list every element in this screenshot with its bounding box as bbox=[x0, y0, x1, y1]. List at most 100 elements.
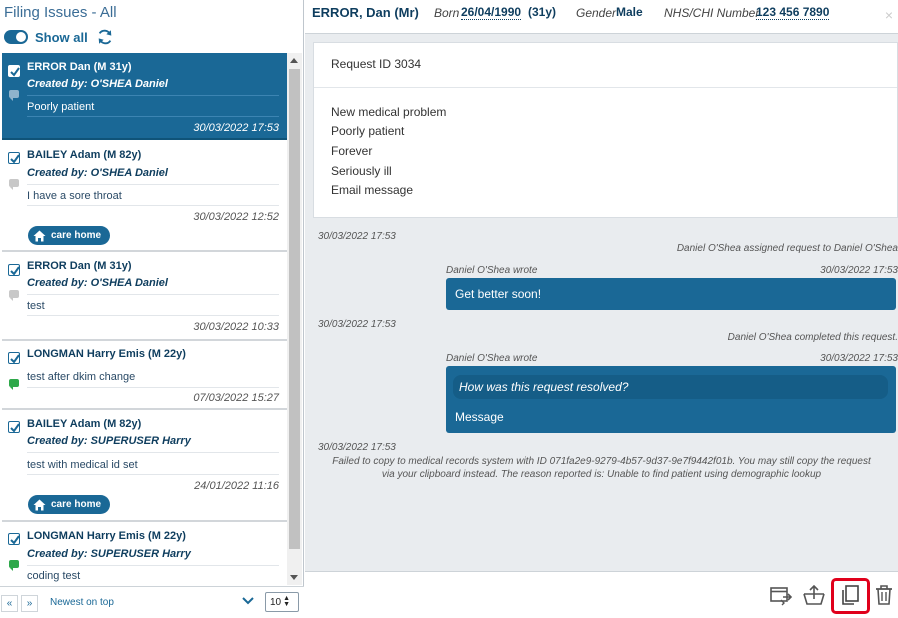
request-line: Email message bbox=[331, 183, 414, 197]
item-patient-name: BAILEY Adam (M 82y) bbox=[27, 418, 142, 430]
list-item[interactable]: LONGMAN Harry Emis (M 22y) test after dk… bbox=[2, 341, 287, 410]
timeline-event: Daniel O'Shea completed this request. bbox=[727, 332, 898, 343]
item-patient-name: LONGMAN Harry Emis (M 22y) bbox=[27, 348, 186, 360]
home-icon bbox=[33, 499, 46, 510]
show-all-label[interactable]: Show all bbox=[35, 30, 88, 45]
chevron-down-icon[interactable] bbox=[242, 597, 254, 605]
checkbox-checked-icon[interactable] bbox=[8, 533, 20, 545]
page-size-value: 10 bbox=[270, 596, 282, 608]
list-item[interactable]: ERROR Dan (M 31y) Created by: O'SHEA Dan… bbox=[2, 252, 287, 341]
sort-select[interactable]: Newest on top bbox=[50, 597, 114, 608]
page-size-stepper[interactable]: 10 ▲ ▼ bbox=[265, 592, 299, 612]
timeline-timestamp: 30/03/2022 17:53 bbox=[318, 442, 396, 453]
checkbox-checked-icon[interactable] bbox=[8, 352, 20, 364]
failure-message-line: Failed to copy to medical records system… bbox=[332, 456, 871, 467]
item-text: coding test bbox=[27, 570, 81, 582]
item-patient-name: ERROR Dan (M 31y) bbox=[27, 260, 132, 272]
request-id: Request ID 3034 bbox=[331, 57, 422, 71]
item-divider bbox=[27, 387, 279, 388]
message-date: 30/03/2022 17:53 bbox=[820, 265, 898, 276]
item-created-by: Created by: SUPERUSER Harry bbox=[27, 435, 191, 447]
message-date: 30/03/2022 17:53 bbox=[820, 353, 898, 364]
nhs-value: 123 456 7890 bbox=[756, 5, 830, 20]
refresh-icon[interactable] bbox=[96, 28, 114, 46]
action-toolbar bbox=[305, 571, 898, 618]
item-patient-name: LONGMAN Harry Emis (M 22y) bbox=[27, 530, 186, 542]
request-card: Request ID 3034 New medical problem Poor… bbox=[313, 42, 898, 218]
list-scrollbar[interactable] bbox=[287, 53, 302, 585]
timeline-event: Daniel O'Shea assigned request to Daniel… bbox=[676, 243, 898, 254]
message-bubble-icon bbox=[9, 90, 19, 101]
born-label: Born bbox=[434, 6, 460, 20]
prev-page-button[interactable]: « bbox=[1, 595, 18, 612]
request-line: Seriously ill bbox=[331, 164, 392, 178]
failure-message-line: via your clipboard instead. The reason r… bbox=[381, 469, 822, 480]
message-bubble: Get better soon! bbox=[446, 278, 896, 310]
close-icon[interactable]: × bbox=[885, 7, 893, 23]
message-bubble-icon bbox=[9, 560, 19, 571]
item-date: 30/03/2022 12:52 bbox=[193, 211, 279, 223]
message-bubble: How was this request resolved? Message bbox=[446, 366, 896, 433]
message-bubble-icon bbox=[9, 290, 19, 301]
care-home-tag[interactable]: care home bbox=[28, 226, 111, 245]
scroll-up-arrow-icon[interactable] bbox=[290, 58, 298, 63]
item-text: test with medical id set bbox=[27, 459, 138, 471]
file-to-record-icon[interactable] bbox=[769, 583, 793, 607]
trash-icon[interactable] bbox=[872, 583, 896, 607]
item-created-by: Created by: O'SHEA Daniel bbox=[27, 167, 168, 179]
stepper-arrows-icon[interactable]: ▲ ▼ bbox=[283, 595, 290, 608]
message-bubble-icon bbox=[9, 179, 19, 190]
gender-value: Male bbox=[616, 5, 643, 19]
item-divider bbox=[27, 95, 279, 96]
nhs-label: NHS/CHI Number bbox=[664, 6, 760, 20]
home-icon bbox=[33, 230, 46, 241]
issues-list[interactable]: ERROR Dan (M 31y) Created by: O'SHEA Dan… bbox=[2, 53, 287, 585]
item-text: Poorly patient bbox=[27, 101, 95, 113]
item-divider bbox=[27, 315, 279, 316]
item-created-by: Created by: O'SHEA Daniel bbox=[27, 277, 168, 289]
item-patient-name: BAILEY Adam (M 82y) bbox=[27, 149, 142, 161]
item-divider bbox=[27, 452, 279, 453]
list-item[interactable]: LONGMAN Harry Emis (M 22y) Created by: S… bbox=[2, 522, 287, 585]
issues-panel: Filing Issues - All Show all ERROR Dan (… bbox=[0, 0, 304, 618]
list-item[interactable]: BAILEY Adam (M 82y) Created by: SUPERUSE… bbox=[2, 410, 287, 522]
item-created-by: Created by: O'SHEA Daniel bbox=[27, 78, 168, 90]
request-line: Forever bbox=[331, 144, 373, 158]
checkbox-checked-icon[interactable] bbox=[8, 421, 20, 433]
item-text: test bbox=[27, 300, 45, 312]
request-line: Poorly patient bbox=[331, 124, 405, 138]
list-item[interactable]: BAILEY Adam (M 82y) Created by: O'SHEA D… bbox=[2, 140, 287, 252]
item-date: 07/03/2022 15:27 bbox=[193, 392, 279, 404]
message-text: Message bbox=[455, 410, 504, 424]
message-author: Daniel O'Shea wrote bbox=[446, 265, 538, 276]
item-text: I have a sore throat bbox=[27, 190, 122, 202]
timeline-timestamp: 30/03/2022 17:53 bbox=[318, 231, 396, 242]
checkbox-checked-icon[interactable] bbox=[8, 264, 20, 276]
care-home-tag[interactable]: care home bbox=[28, 495, 111, 514]
tag-label: care home bbox=[51, 230, 102, 241]
item-divider bbox=[27, 294, 279, 295]
age-value: (31y) bbox=[528, 5, 557, 19]
item-date: 30/03/2022 10:33 bbox=[193, 321, 279, 333]
scrollbar-thumb[interactable] bbox=[289, 69, 300, 549]
next-page-button[interactable]: » bbox=[21, 595, 38, 612]
scroll-down-arrow-icon[interactable] bbox=[290, 575, 298, 580]
panel-title: Filing Issues - All bbox=[4, 4, 117, 21]
list-item[interactable]: ERROR Dan (M 31y) Created by: O'SHEA Dan… bbox=[2, 53, 287, 140]
item-text: test after dkim change bbox=[27, 371, 136, 383]
patient-name: ERROR, Dan (Mr) bbox=[312, 5, 419, 20]
timeline-timestamp: 30/03/2022 17:53 bbox=[318, 319, 396, 330]
item-divider bbox=[27, 565, 279, 566]
item-divider bbox=[27, 116, 279, 117]
show-all-toggle-row[interactable]: Show all bbox=[4, 28, 114, 46]
checkbox-checked-icon[interactable] bbox=[8, 152, 20, 164]
message-text: Get better soon! bbox=[455, 287, 542, 301]
gender-label: Gender bbox=[576, 6, 617, 20]
card-divider bbox=[314, 87, 897, 88]
upload-icon[interactable] bbox=[802, 583, 826, 607]
item-divider bbox=[27, 474, 279, 475]
item-divider bbox=[27, 205, 279, 206]
show-all-toggle[interactable] bbox=[4, 30, 28, 44]
checkbox-checked-icon[interactable] bbox=[8, 65, 20, 77]
item-patient-name: ERROR Dan (M 31y) bbox=[27, 61, 132, 73]
